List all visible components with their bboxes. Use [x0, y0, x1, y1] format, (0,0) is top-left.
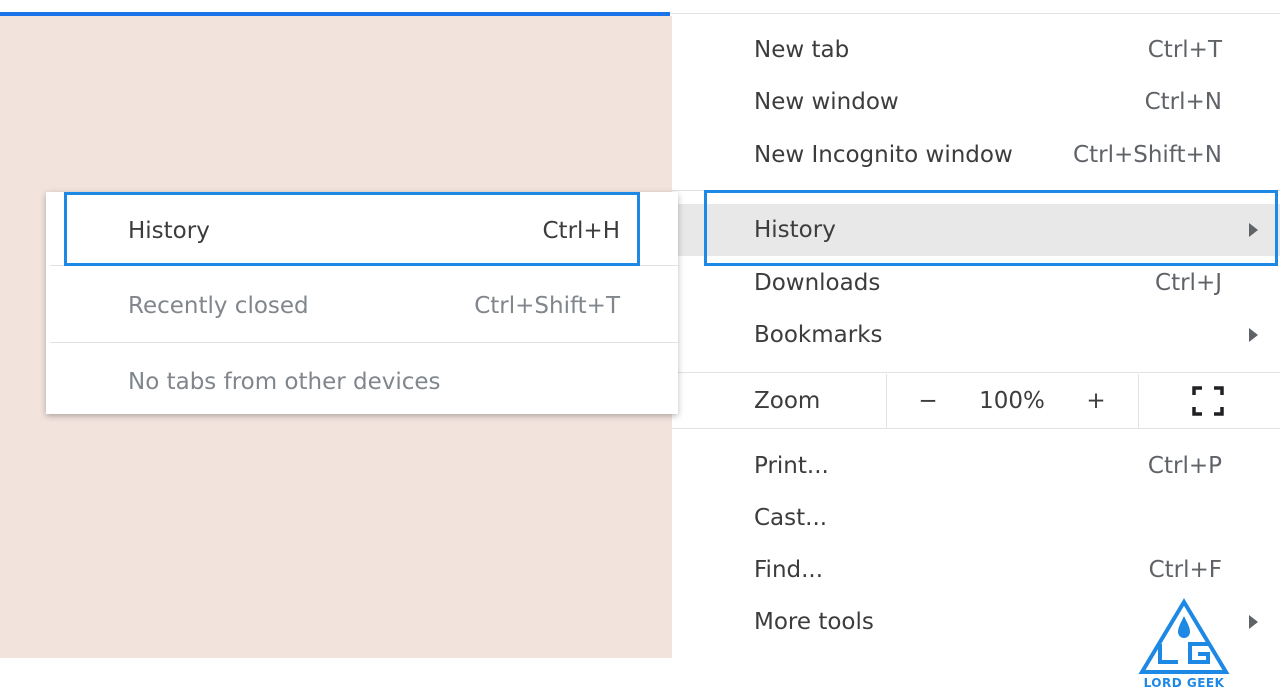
- menu-item-shortcut: Ctrl+N: [1144, 89, 1222, 115]
- menu-item-new-window[interactable]: New window Ctrl+N: [672, 76, 1280, 128]
- fullscreen-icon[interactable]: [1192, 386, 1224, 416]
- submenu-item-history[interactable]: History Ctrl+H: [46, 196, 678, 266]
- menu-item-label: New tab: [754, 37, 850, 63]
- menu-item-label: History: [754, 217, 836, 243]
- zoom-label: Zoom: [754, 388, 821, 414]
- zoom-row: Zoom − 100% +: [672, 374, 1280, 428]
- menu-item-label: More tools: [754, 609, 874, 635]
- menu-item-cast[interactable]: Cast...: [672, 492, 1280, 544]
- zoom-level: 100%: [979, 388, 1045, 414]
- submenu-item-label: Recently closed: [128, 293, 309, 319]
- menu-item-history[interactable]: History: [672, 204, 1280, 256]
- menu-item-label: Downloads: [754, 270, 881, 296]
- menu-item-print[interactable]: Print... Ctrl+P: [672, 440, 1280, 492]
- menu-item-shortcut: Ctrl+P: [1147, 453, 1222, 479]
- zoom-divider: [886, 374, 887, 428]
- zoom-in-button[interactable]: +: [1076, 388, 1116, 414]
- submenu-item-label: No tabs from other devices: [128, 369, 441, 395]
- menu-item-label: New Incognito window: [754, 142, 1013, 168]
- chevron-right-icon: [1249, 328, 1258, 342]
- history-submenu: History Ctrl+H Recently closed Ctrl+Shif…: [46, 192, 678, 414]
- menu-item-label: Print...: [754, 453, 829, 479]
- menu-item-shortcut: Ctrl+F: [1148, 557, 1222, 583]
- menu-item-new-incognito-window[interactable]: New Incognito window Ctrl+Shift+N: [672, 129, 1280, 181]
- menu-item-downloads[interactable]: Downloads Ctrl+J: [672, 257, 1280, 309]
- lord-geek-logo-graphic: [1138, 598, 1230, 674]
- submenu-item-shortcut: Ctrl+Shift+T: [474, 293, 620, 319]
- menu-item-shortcut: Ctrl+Shift+N: [1073, 142, 1222, 168]
- submenu-item-shortcut: Ctrl+H: [542, 218, 621, 244]
- menu-item-shortcut: Ctrl+J: [1155, 270, 1222, 296]
- loading-progress-bar: [0, 12, 670, 16]
- zoom-divider: [1138, 374, 1139, 428]
- submenu-separator: [50, 265, 678, 266]
- zoom-out-button[interactable]: −: [908, 388, 948, 414]
- submenu-item-recently-closed: Recently closed Ctrl+Shift+T: [46, 274, 678, 338]
- menu-item-new-tab[interactable]: New tab Ctrl+T: [672, 24, 1280, 76]
- submenu-item-label: History: [128, 218, 210, 244]
- browser-main-menu: New tab Ctrl+T New window Ctrl+N New Inc…: [672, 14, 1280, 696]
- chevron-right-icon: [1249, 615, 1258, 629]
- menu-item-label: Bookmarks: [754, 322, 883, 348]
- lord-geek-logo-icon: LORD GEEK: [1136, 598, 1232, 692]
- menu-item-shortcut: Ctrl+T: [1147, 37, 1222, 63]
- menu-item-find[interactable]: Find... Ctrl+F: [672, 544, 1280, 596]
- menu-item-label: Cast...: [754, 505, 828, 531]
- menu-separator: [672, 190, 1280, 191]
- submenu-separator: [50, 342, 678, 343]
- menu-item-bookmarks[interactable]: Bookmarks: [672, 309, 1280, 361]
- menu-separator: [672, 428, 1280, 429]
- chevron-right-icon: [1249, 223, 1258, 237]
- menu-item-label: Find...: [754, 557, 824, 583]
- submenu-item-no-tabs: No tabs from other devices: [46, 350, 678, 414]
- watermark-text: LORD GEEK: [1143, 676, 1225, 690]
- menu-item-label: New window: [754, 89, 899, 115]
- menu-separator: [672, 372, 1280, 373]
